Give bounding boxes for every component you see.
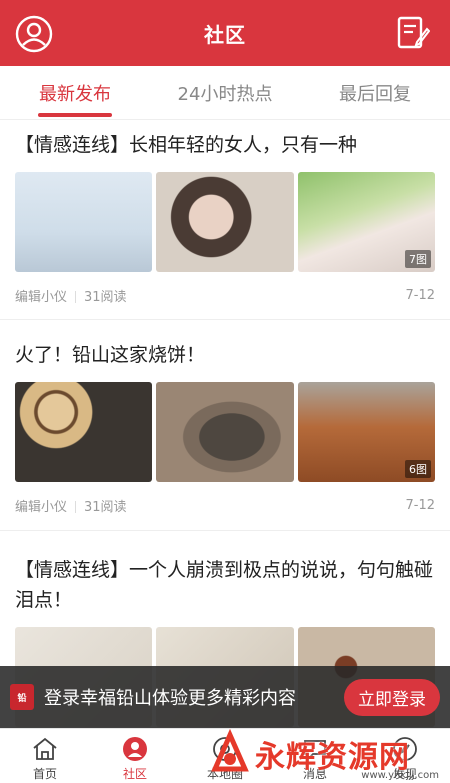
image-count-badge: 7图	[404, 250, 431, 268]
nav-home[interactable]: 首页	[0, 729, 90, 783]
post-feed: 【情感连线】长相年轻的女人，只有一种 7图 编辑小仪 31阅读 7-12 火了！铅…	[0, 120, 450, 727]
watermark-text: 永辉资源网	[255, 739, 410, 775]
user-icon	[15, 15, 53, 53]
post-meta: 编辑小仪 31阅读 7-12	[15, 482, 435, 528]
home-icon	[33, 737, 57, 760]
tab-latest[interactable]: 最新发布	[0, 66, 150, 119]
post-image[interactable]: 6图	[297, 382, 435, 482]
post-item[interactable]: 火了！铅山这家烧饼！ 6图 编辑小仪 31阅读 7-12	[0, 320, 450, 531]
post-title[interactable]: 【情感连线】长相年轻的女人，只有一种	[15, 120, 435, 160]
post-date: 7-12	[405, 497, 435, 513]
image-count-badge: 6图	[404, 460, 431, 478]
post-image[interactable]	[15, 382, 153, 482]
profile-button[interactable]	[14, 14, 54, 54]
post-image[interactable]: 7图	[297, 172, 435, 272]
post-title[interactable]: 火了！铅山这家烧饼！	[15, 330, 435, 370]
watermark-logo-icon	[211, 728, 249, 771]
post-image[interactable]	[156, 382, 294, 482]
login-prompt-text: 登录幸福铅山体验更多精彩内容	[44, 688, 296, 709]
post-reads: 31阅读	[84, 499, 127, 515]
post-title[interactable]: 【情感连线】一个人崩溃到极点的说说，句句触碰泪点！	[15, 545, 435, 615]
app-screen: 社区 最新发布 24小时热点 最后回复 【情感连线】长相年轻的女人，只有一种 7…	[0, 0, 450, 783]
post-item[interactable]: 【情感连线】长相年轻的女人，只有一种 7图 编辑小仪 31阅读 7-12	[0, 120, 450, 320]
top-header: 社区	[0, 0, 450, 66]
post-images: 7图	[15, 172, 435, 272]
nav-label: 首页	[32, 767, 57, 781]
nav-label: 社区	[122, 767, 147, 781]
feed-tabs: 最新发布 24小时热点 最后回复	[0, 66, 450, 120]
app-logo: 铅	[10, 684, 34, 710]
post-author: 编辑小仪	[15, 499, 68, 515]
post-meta: 编辑小仪 31阅读 7-12	[15, 272, 435, 318]
tab-24h-hot[interactable]: 24小时热点	[150, 66, 300, 119]
page-title: 社区	[204, 22, 246, 47]
post-author: 编辑小仪	[15, 289, 68, 305]
post-reads: 31阅读	[84, 289, 127, 305]
tab-last-reply[interactable]: 最后回复	[300, 66, 450, 119]
post-images: 6图	[15, 382, 435, 482]
post-date: 7-12	[405, 287, 435, 303]
login-banner: 铅 登录幸福铅山体验更多精彩内容 立即登录	[0, 666, 450, 728]
compose-icon	[397, 16, 431, 49]
compose-button[interactable]	[396, 15, 431, 51]
login-button[interactable]: 立即登录	[344, 678, 440, 716]
community-icon	[123, 737, 147, 761]
post-image[interactable]	[156, 172, 294, 272]
post-image[interactable]	[15, 172, 153, 272]
nav-community[interactable]: 社区	[90, 729, 180, 783]
watermark-url: www.yhkjjj.com	[361, 770, 439, 781]
watermark: 永辉资源网 www.yhkjjj.com	[205, 724, 445, 783]
